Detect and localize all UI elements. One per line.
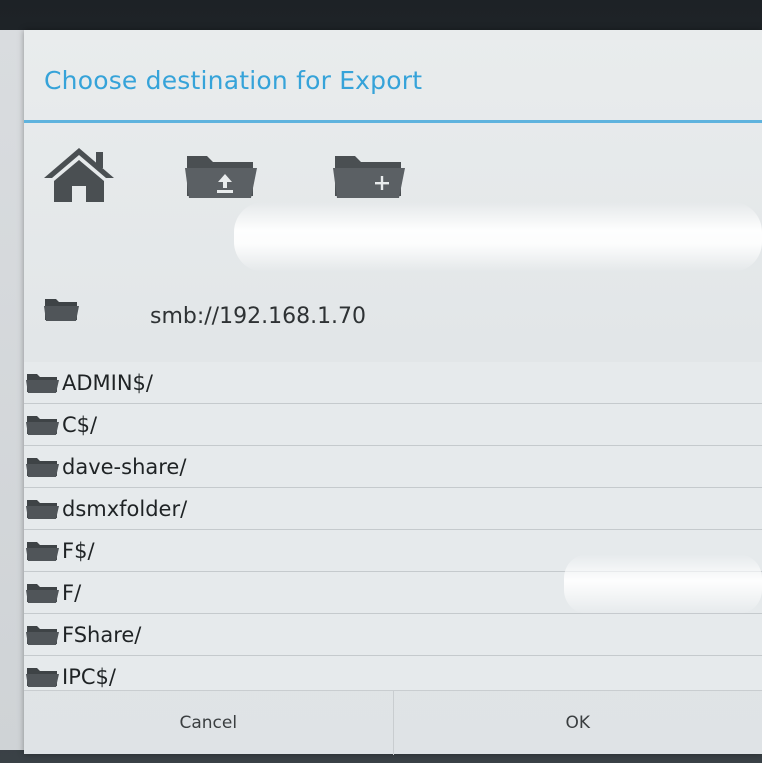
folder-icon <box>26 666 60 688</box>
list-item[interactable]: C$/ <box>24 404 762 446</box>
folder-name: FShare/ <box>62 622 142 647</box>
folder-up-icon <box>183 150 259 204</box>
list-item[interactable]: FShare/ <box>24 614 762 656</box>
folder-icon <box>26 456 60 478</box>
cancel-button[interactable]: Cancel <box>24 691 393 755</box>
folder-icon <box>26 540 60 562</box>
folder-name: dave-share/ <box>62 454 187 479</box>
ok-button[interactable]: OK <box>392 691 762 755</box>
folder-icon <box>26 498 60 520</box>
screen-glare <box>234 202 762 272</box>
folder-icon <box>44 296 80 326</box>
folder-icon <box>26 624 60 646</box>
folder-name: ADMIN$/ <box>62 370 153 395</box>
folder-name: dsmxfolder/ <box>62 496 188 521</box>
list-item[interactable]: IPC$/ <box>24 656 762 690</box>
folder-name: IPC$/ <box>62 664 116 689</box>
current-path-row: smb://192.168.1.70 <box>24 280 762 356</box>
home-icon <box>42 146 116 208</box>
new-folder-button[interactable] <box>324 142 414 212</box>
new-folder-icon <box>331 150 407 204</box>
list-item[interactable]: dsmxfolder/ <box>24 488 762 530</box>
folder-icon <box>26 372 60 394</box>
background-app <box>0 30 26 750</box>
current-path: smb://192.168.1.70 <box>150 304 367 329</box>
folder-name: F/ <box>62 580 82 605</box>
parent-folder-button[interactable] <box>176 142 266 212</box>
list-item[interactable]: ADMIN$/ <box>24 362 762 404</box>
list-item[interactable]: F$/ <box>24 530 762 572</box>
list-item[interactable]: dave-share/ <box>24 446 762 488</box>
screen: Choose destination for Export smb://192.… <box>0 0 762 763</box>
folder-list[interactable]: ADMIN$/ C$/ dave-share/ dsmxfolder/ F$/ … <box>24 362 762 690</box>
title-divider <box>24 120 762 123</box>
list-item[interactable]: F/ <box>24 572 762 614</box>
home-button[interactable] <box>34 142 124 212</box>
export-destination-dialog: Choose destination for Export smb://192.… <box>24 30 762 755</box>
folder-icon <box>26 414 60 436</box>
dialog-button-bar: Cancel OK <box>24 690 762 755</box>
folder-icon <box>26 582 60 604</box>
folder-name: F$/ <box>62 538 95 563</box>
dialog-title: Choose destination for Export <box>44 66 423 95</box>
folder-name: C$/ <box>62 412 98 437</box>
